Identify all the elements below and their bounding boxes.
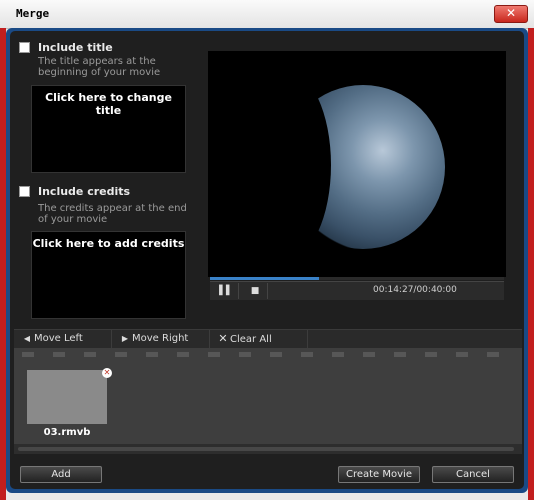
merge-window: Merge ✕ Include title The title appears … — [0, 0, 534, 500]
film-strip-mark — [208, 352, 220, 357]
film-strip-mark — [456, 352, 468, 357]
arrow-left-icon: ◀ — [23, 334, 31, 343]
scrollbar-thumb[interactable] — [18, 447, 514, 451]
film-strip-mark — [239, 352, 251, 357]
credits-description: The credits appear at the end of your mo… — [38, 203, 187, 225]
title-description: The title appears at the beginning of yo… — [38, 56, 161, 78]
film-strip-mark — [53, 352, 65, 357]
clear-all-label[interactable]: Clear All — [230, 334, 272, 345]
clip-toolbar: ◀ Move Left ▶ Move Right ✕ Clear All — [14, 329, 522, 348]
window-title: Merge — [16, 7, 50, 20]
film-strip-mark — [177, 352, 189, 357]
playback-progress-bar[interactable] — [210, 277, 504, 280]
move-left-label[interactable]: Move Left — [34, 333, 83, 344]
time-display: 00:14:27/00:40:00 — [373, 285, 457, 295]
film-strip-mark — [394, 352, 406, 357]
close-button[interactable]: ✕ — [494, 5, 528, 23]
arrow-right-icon: ▶ — [121, 334, 129, 343]
pause-button[interactable]: ▌▌ — [214, 283, 239, 299]
credits-box[interactable]: Click here to add credits — [31, 231, 186, 319]
clip-scrollbar[interactable] — [14, 444, 522, 454]
move-left-button[interactable]: ◀ Move Left — [14, 330, 112, 348]
credits-box-text[interactable]: Click here to add credits — [32, 237, 185, 250]
close-icon[interactable]: ✕ — [506, 6, 516, 20]
remove-clip-icon[interactable]: ✕ — [102, 368, 112, 378]
clear-icon: ✕ — [218, 332, 228, 345]
title-box-text[interactable]: Click here to change title — [32, 91, 185, 117]
film-strip-mark — [363, 352, 375, 357]
moon-shadow — [241, 70, 331, 260]
right-red-edge — [528, 28, 534, 500]
playback-progress-fill — [210, 277, 319, 280]
cancel-button[interactable]: Cancel — [432, 466, 514, 483]
include-title-checkbox[interactable] — [19, 42, 30, 53]
film-strip-mark — [425, 352, 437, 357]
film-strip-mark — [146, 352, 158, 357]
move-right-button[interactable]: ▶ Move Right — [112, 330, 210, 348]
move-right-label[interactable]: Move Right — [132, 333, 188, 344]
clip-strip: ✕ 03.rmvb — [14, 348, 522, 444]
stop-button[interactable]: ■ — [243, 283, 268, 299]
include-credits-checkbox[interactable] — [19, 186, 30, 197]
title-bar: Merge ✕ — [0, 0, 534, 29]
title-box[interactable]: Click here to change title — [31, 85, 186, 173]
film-strip-mark — [301, 352, 313, 357]
clear-all-button[interactable]: ✕ Clear All — [210, 330, 308, 348]
include-title-label[interactable]: Include title — [38, 41, 113, 54]
create-movie-button[interactable]: Create Movie — [338, 466, 420, 483]
include-credits-label[interactable]: Include credits — [38, 185, 130, 198]
player-controls: ▌▌ ■ 00:14:27/00:40:00 — [210, 281, 504, 300]
clip-thumbnail[interactable] — [27, 370, 107, 424]
add-button[interactable]: Add — [20, 466, 102, 483]
pause-icon[interactable]: ▌▌ — [219, 286, 233, 296]
stop-icon[interactable]: ■ — [251, 286, 260, 296]
film-strip-mark — [22, 352, 34, 357]
film-strip-mark — [115, 352, 127, 357]
film-strip-mark — [84, 352, 96, 357]
film-strip-mark — [270, 352, 282, 357]
film-strip-mark — [487, 352, 499, 357]
clip-name: 03.rmvb — [43, 427, 91, 438]
film-strip-mark — [332, 352, 344, 357]
